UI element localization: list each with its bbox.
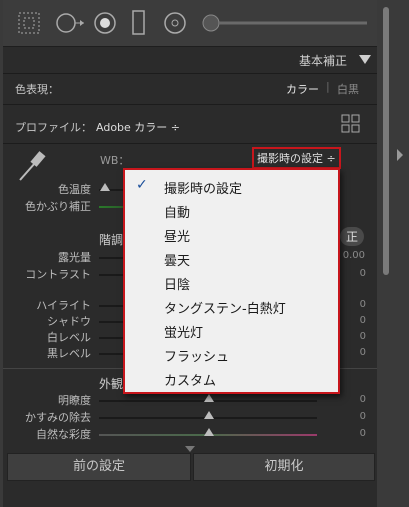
collapse-triangle-icon[interactable]: [359, 55, 371, 64]
wb-dropdown-menu: ✓ 撮影時の設定 自動 昼光 曇天 日陰 タングステン-白熱灯 蛍光灯 フラッシ…: [123, 168, 340, 394]
clarity-thumb[interactable]: [204, 394, 214, 402]
profile-select[interactable]: Adobe カラー ÷: [96, 119, 180, 135]
whites-label: 白レベル: [47, 331, 91, 344]
presence-label: 外観: [99, 377, 124, 391]
dehaze-value[interactable]: 0: [346, 411, 366, 422]
menu-item-as-shot[interactable]: ✓ 撮影時の設定: [125, 175, 338, 198]
shadows-value[interactable]: 0: [346, 315, 366, 326]
tool-strip: [3, 0, 377, 47]
color-mode-label: 色表現：: [15, 83, 59, 96]
profile-label: プロファイル：: [15, 121, 92, 134]
wb-select[interactable]: 撮影時の設定 ÷: [252, 147, 341, 169]
shadows-label: シャドウ: [47, 315, 91, 328]
wb-label: WB：: [100, 154, 130, 167]
contrast-value[interactable]: 0: [346, 268, 366, 279]
checkmark-icon: ✓: [136, 177, 148, 193]
panel-scrollbar[interactable]: [380, 0, 394, 507]
exposure-value[interactable]: 0.00: [341, 250, 365, 261]
radial-filter-icon[interactable]: [163, 11, 187, 35]
menu-item-auto[interactable]: 自動: [125, 199, 338, 222]
app-frame: 基本補正 色表現： カラー | 白黒 プロファイル： Adobe カラー ÷ W…: [0, 0, 409, 507]
contrast-label: コントラスト: [25, 268, 91, 281]
divider: [3, 143, 377, 144]
menu-item-fluorescent[interactable]: 蛍光灯: [125, 319, 338, 342]
option-divider: |: [326, 80, 330, 93]
dehaze-label: かすみの除去: [25, 411, 91, 424]
divider: [3, 73, 377, 74]
highlights-value[interactable]: 0: [346, 299, 366, 310]
clarity-label: 明瞭度: [58, 394, 91, 407]
crop-grid-icon[interactable]: [18, 12, 40, 34]
tint-label: 色かぶり補正: [25, 200, 91, 213]
section-title[interactable]: 基本補正: [299, 52, 347, 69]
menu-item-tungsten[interactable]: タングステン-白熱灯: [125, 295, 338, 318]
blacks-value[interactable]: 0: [346, 347, 366, 358]
eyedropper-icon[interactable]: [17, 147, 49, 183]
spot-removal-icon[interactable]: [55, 11, 85, 35]
panel-end-marker-icon: [185, 446, 195, 452]
temperature-thumb[interactable]: [100, 183, 110, 191]
exposure-label: 露光量: [58, 251, 91, 264]
color-option[interactable]: カラー: [286, 81, 319, 97]
menu-item-daylight[interactable]: 昼光: [125, 223, 338, 246]
red-eye-icon[interactable]: [93, 11, 117, 35]
vibrance-thumb[interactable]: [204, 428, 214, 436]
profile-browser-icon[interactable]: [341, 114, 361, 134]
vibrance-label: 自然な彩度: [36, 428, 91, 441]
temperature-label: 色温度: [58, 183, 91, 196]
dehaze-thumb[interactable]: [204, 411, 214, 419]
previous-settings-button[interactable]: 前の設定: [7, 453, 191, 481]
graduated-filter-icon[interactable]: [131, 10, 147, 36]
whites-value[interactable]: 0: [346, 331, 366, 342]
menu-item-custom[interactable]: カスタム: [125, 367, 338, 390]
scrollbar-thumb[interactable]: [383, 7, 389, 275]
menu-item-flash[interactable]: フラッシュ: [125, 343, 338, 366]
menu-item-cloudy[interactable]: 曇天: [125, 247, 338, 270]
menu-item-shade[interactable]: 日陰: [125, 271, 338, 294]
auto-button[interactable]: 正: [340, 227, 365, 246]
bw-option[interactable]: 白黒: [337, 81, 359, 97]
divider: [3, 104, 377, 105]
panel-expand-arrow-icon[interactable]: [397, 149, 403, 161]
highlights-label: ハイライト: [36, 299, 91, 312]
adjustment-brush-slider[interactable]: [201, 12, 369, 34]
tone-label: 階調: [99, 233, 124, 247]
vibrance-value[interactable]: 0: [346, 428, 366, 439]
reset-button[interactable]: 初期化: [193, 453, 375, 481]
clarity-value[interactable]: 0: [346, 394, 366, 405]
blacks-label: 黒レベル: [47, 347, 91, 360]
